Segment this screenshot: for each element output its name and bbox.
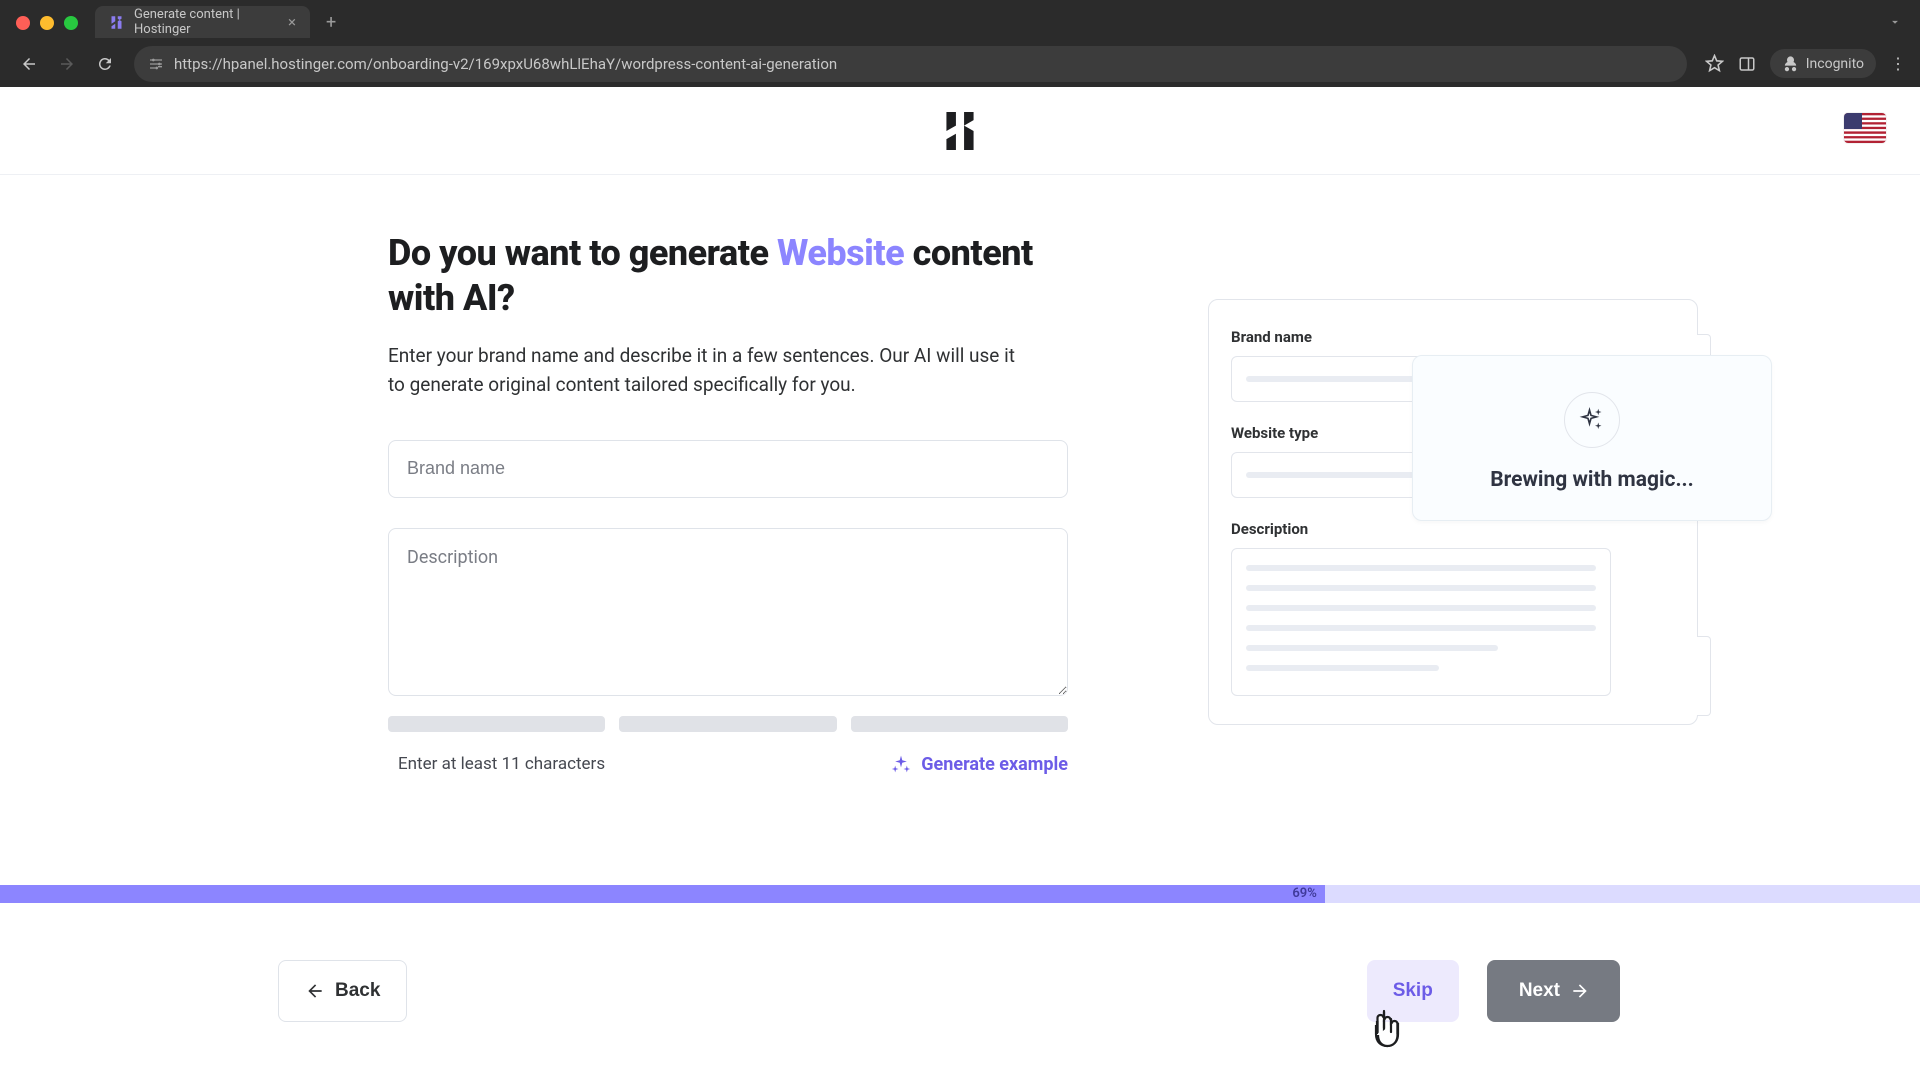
- nav-forward-icon[interactable]: [52, 49, 82, 79]
- window-minimize-icon[interactable]: [40, 16, 54, 30]
- left-column: Do you want to generate Website content …: [388, 231, 1068, 775]
- brand-name-input[interactable]: [388, 440, 1068, 498]
- next-label: Next: [1519, 980, 1560, 1002]
- generate-example-label: Generate example: [921, 754, 1068, 775]
- generate-example-button[interactable]: Generate example: [891, 754, 1068, 775]
- address-bar[interactable]: https://hpanel.hostinger.com/onboarding-…: [134, 46, 1687, 82]
- popover-sparkle-circle: [1564, 392, 1620, 448]
- illus-brand-label: Brand name: [1231, 328, 1675, 346]
- illus-desc-label: Description: [1231, 520, 1675, 538]
- handle-decoration-icon: [1697, 636, 1711, 716]
- window-controls: [16, 16, 78, 30]
- brewing-popover: Brewing with magic...: [1412, 355, 1772, 521]
- description-input[interactable]: [388, 528, 1068, 696]
- tabs-dropdown-icon[interactable]: [1888, 15, 1902, 29]
- progress-bar: 69%: [0, 885, 1920, 903]
- browser-chrome: Generate content | Hostinger × + https:/…: [0, 0, 1920, 87]
- browser-menu-icon[interactable]: ⋮: [1890, 54, 1906, 73]
- arrow-right-icon: [1570, 981, 1590, 1001]
- browser-tab[interactable]: Generate content | Hostinger ×: [95, 6, 310, 38]
- form-footer-row: Enter at least 11 characters Generate ex…: [388, 754, 1068, 775]
- heading-accent: Website: [777, 232, 904, 274]
- chars-hint: Enter at least 11 characters: [388, 754, 605, 774]
- page-subtext: Enter your brand name and describe it in…: [388, 341, 1018, 400]
- nav-back-icon[interactable]: [14, 49, 44, 79]
- tab-title: Generate content | Hostinger: [134, 7, 278, 37]
- tab-close-icon[interactable]: ×: [288, 13, 296, 31]
- chip-placeholder: [619, 716, 836, 732]
- reload-icon[interactable]: [90, 49, 120, 79]
- heading-pre: Do you want to generate: [388, 232, 777, 274]
- chip-placeholder: [851, 716, 1068, 732]
- new-tab-icon[interactable]: +: [326, 12, 336, 33]
- progress-fill: 69%: [0, 885, 1325, 903]
- skip-label: Skip: [1393, 980, 1433, 1002]
- incognito-icon: [1782, 55, 1799, 72]
- favicon-icon: [109, 14, 124, 30]
- back-label: Back: [335, 980, 380, 1002]
- window-maximize-icon[interactable]: [64, 16, 78, 30]
- window-close-icon[interactable]: [16, 16, 30, 30]
- back-button[interactable]: Back: [278, 960, 407, 1022]
- skip-button[interactable]: Skip: [1367, 960, 1459, 1022]
- flag-us-icon[interactable]: [1844, 113, 1886, 143]
- chip-placeholder: [388, 716, 605, 732]
- bookmark-icon[interactable]: [1705, 54, 1724, 73]
- url-text: https://hpanel.hostinger.com/onboarding-…: [174, 55, 837, 73]
- incognito-badge[interactable]: Incognito: [1770, 49, 1876, 78]
- right-illustration: Brand name Website type Description: [1208, 231, 1698, 775]
- app-header: [0, 87, 1920, 175]
- toolbar-right: Incognito ⋮: [1705, 49, 1906, 78]
- suggestion-chips: [388, 716, 1068, 732]
- side-panel-icon[interactable]: [1738, 55, 1756, 73]
- browser-toolbar: https://hpanel.hostinger.com/onboarding-…: [0, 40, 1920, 87]
- site-settings-icon[interactable]: [148, 56, 164, 72]
- footer-nav: Back Skip Next: [0, 960, 1920, 1022]
- sparkle-icon: [1577, 405, 1607, 435]
- tab-bar: Generate content | Hostinger × +: [95, 6, 336, 38]
- hostinger-logo-icon[interactable]: [943, 112, 977, 150]
- next-button[interactable]: Next: [1487, 960, 1620, 1022]
- arrow-left-icon: [305, 981, 325, 1001]
- sparkle-icon: [891, 754, 911, 774]
- page-title: Do you want to generate Website content …: [388, 231, 1068, 321]
- content: Do you want to generate Website content …: [140, 175, 1780, 775]
- progress-percent: 69%: [1292, 885, 1316, 903]
- incognito-label: Incognito: [1806, 56, 1864, 72]
- popover-text: Brewing with magic...: [1437, 468, 1747, 492]
